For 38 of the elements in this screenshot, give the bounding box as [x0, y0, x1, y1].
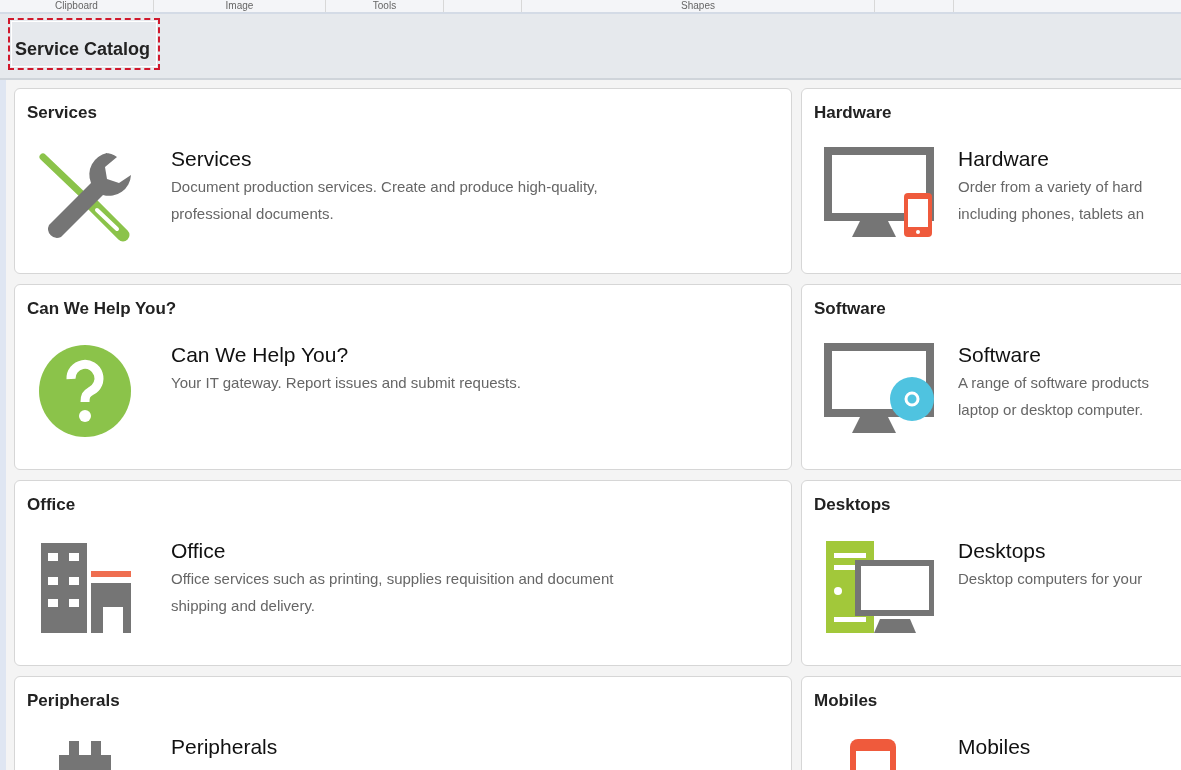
catalog-card[interactable]: Hardware Hardware Order from a variety of hard including phones, tablets an — [801, 88, 1181, 274]
card-title[interactable]: Office — [171, 539, 226, 563]
catalog-card[interactable]: Mobiles Mobiles — [801, 676, 1181, 770]
card-description: Document production services. Create and produce high-quality, professional documents. — [171, 177, 598, 224]
tower-monitor-icon — [824, 539, 934, 635]
card-description: Order from a variety of hard including phones, tablets an — [958, 177, 1144, 224]
card-description: Desktop computers for your — [958, 569, 1143, 589]
ribbon-group-label: Tools — [372, 0, 397, 12]
card-description: Office services such as printing, supplies requisition and document shipping and delivery. — [171, 569, 614, 616]
catalog-card[interactable]: Peripherals Peripherals — [14, 676, 792, 770]
card-title[interactable]: Software — [958, 343, 1041, 367]
selection-frame[interactable]: Service Catalog — [8, 18, 161, 70]
card-heading: Services — [27, 103, 97, 123]
ribbon-group-label: Clipboard — [55, 0, 98, 12]
catalog-card[interactable]: Office Office Office services such as printing, supplies requisition and document shipping and delivery. — [14, 480, 792, 666]
card-heading: Hardware — [814, 103, 892, 123]
card-title[interactable]: Can We Help You? — [171, 343, 349, 367]
card-title[interactable]: Services — [171, 147, 252, 171]
question-mark-icon — [37, 343, 133, 439]
catalog-card[interactable]: Desktops Desktops Desktop computers for your — [801, 480, 1181, 666]
ribbon-group-label: Shapes — [681, 0, 715, 12]
ribbon-group-label: Image — [225, 0, 254, 12]
catalog-card[interactable]: Software Software A range of software products laptop or desktop computer. — [801, 284, 1181, 470]
card-heading: Office — [27, 495, 76, 515]
card-title[interactable]: Hardware — [958, 147, 1050, 171]
page-title: Service Catalog — [15, 38, 151, 60]
card-heading: Mobiles — [814, 691, 878, 711]
catalog-card[interactable]: Services Services Document production services. Create and produce high-quality, professional documents. — [14, 88, 792, 274]
card-heading: Peripherals — [27, 691, 120, 711]
card-title[interactable]: Peripherals — [171, 735, 278, 759]
card-title[interactable]: Desktops — [958, 539, 1046, 563]
catalog-card[interactable]: Can We Help You? Can We Help You? Your IT gateway. Report issues and submit requests. — [14, 284, 792, 470]
card-description: A range of software products laptop or desktop computer. — [958, 373, 1149, 420]
card-title[interactable]: Mobiles — [958, 735, 1031, 759]
card-heading: Software — [814, 299, 886, 319]
card-description: Your IT gateway. Report issues and submit requests. — [171, 373, 521, 393]
card-heading: Can We Help You? — [27, 299, 177, 319]
card-heading: Desktops — [814, 495, 891, 515]
